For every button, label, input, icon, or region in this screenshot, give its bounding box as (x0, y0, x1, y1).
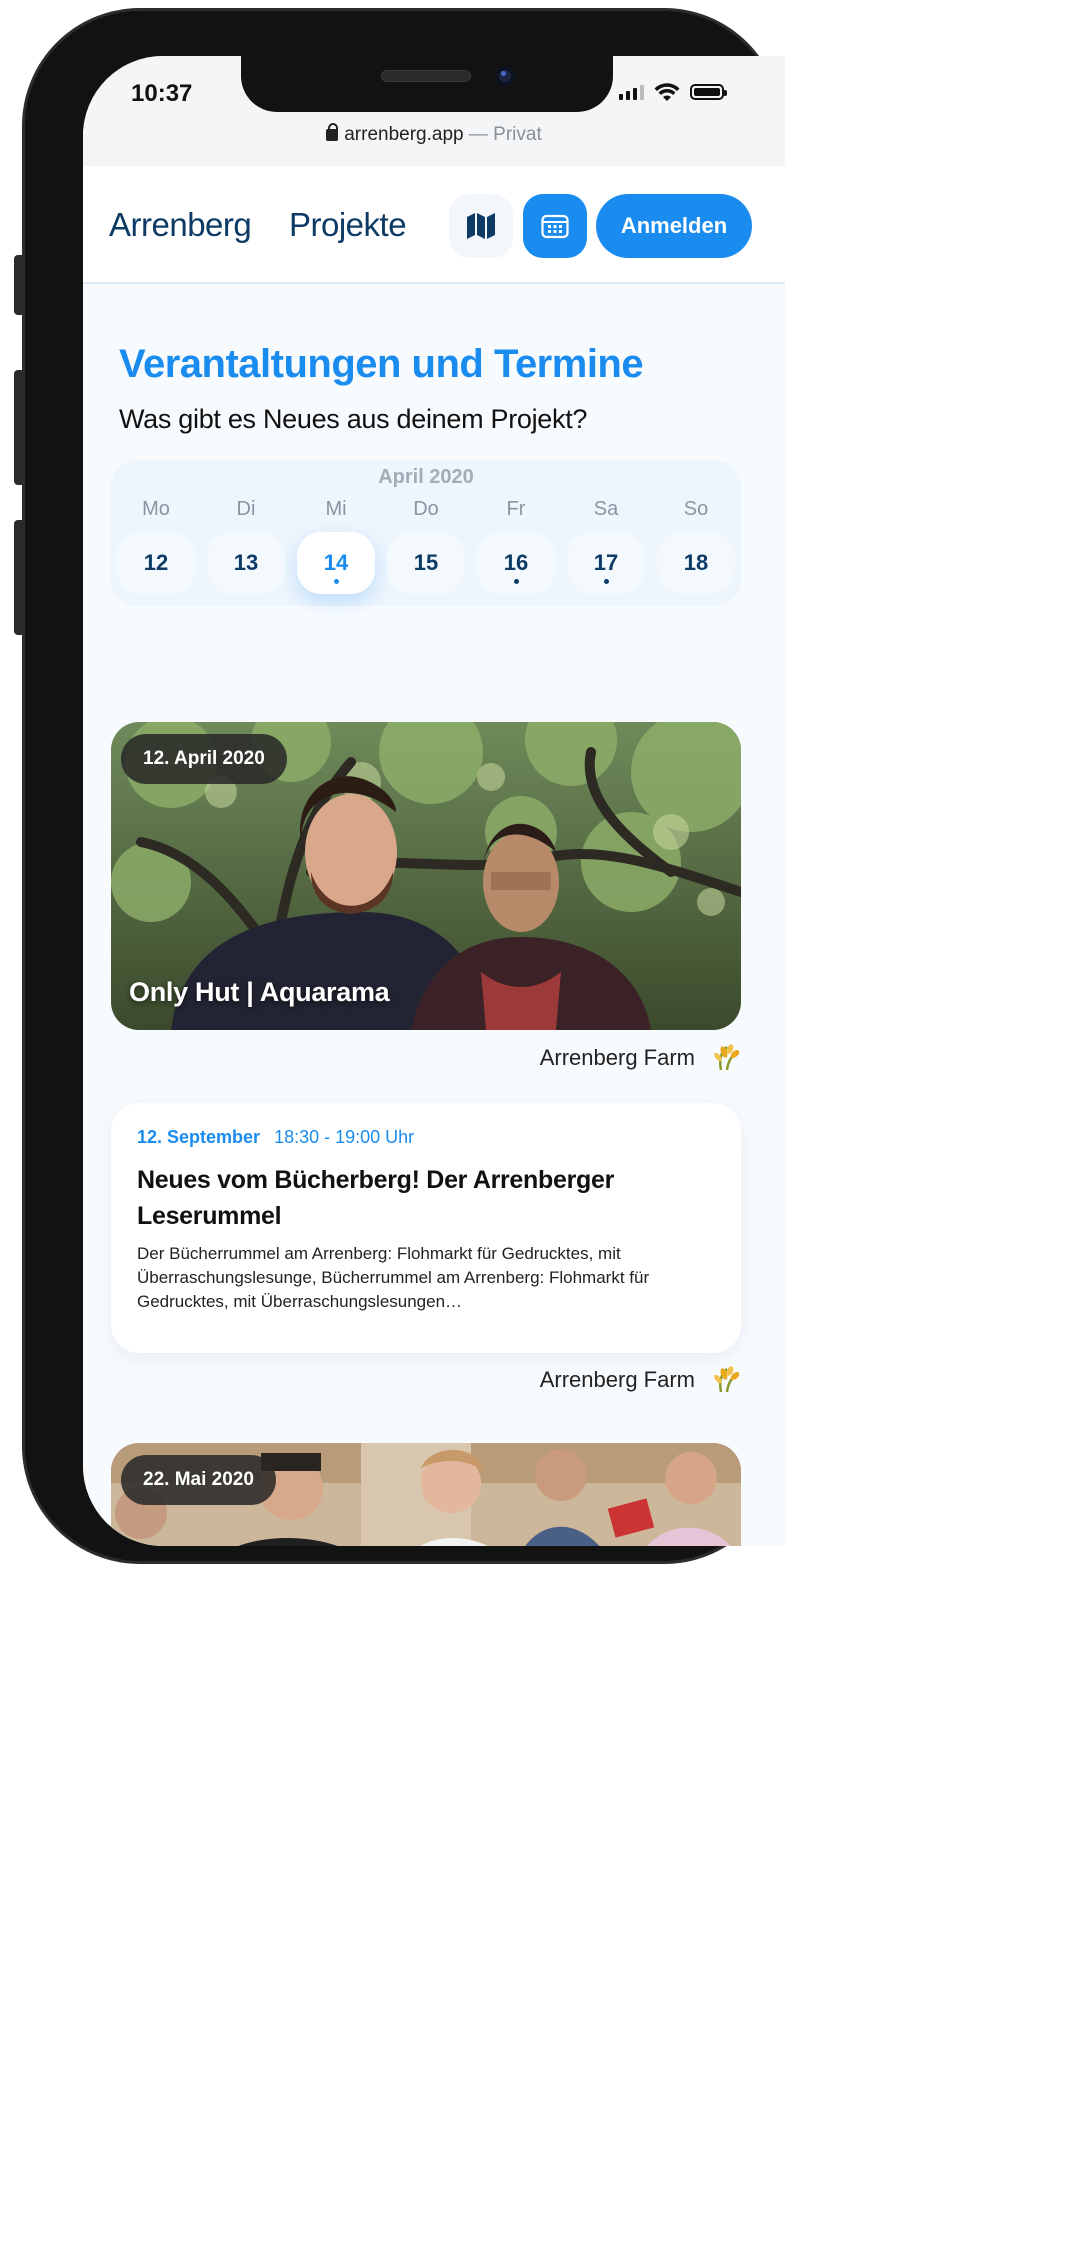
event-indicator-dot (603, 579, 609, 584)
page-title: Verantaltungen und Termine (119, 342, 644, 386)
event-date: 12. September (137, 1127, 261, 1147)
battery-icon (690, 84, 727, 100)
weekday-label: Mo (142, 498, 170, 520)
phone-frame: 10:37 arrenberg.app — Privat Arrenberg P… (22, 8, 785, 1564)
day-button[interactable]: 17 (567, 532, 645, 594)
weekday-label: Mi (325, 498, 347, 520)
event-card-text[interactable]: 12. September 18:30 - 19:00 Uhr Neues vom… (111, 1103, 741, 1353)
lock-icon (326, 123, 339, 141)
calendar-button[interactable] (523, 194, 587, 258)
organizer-name: Arrenberg Farm (539, 1045, 695, 1070)
day-number: 15 (413, 550, 439, 575)
event-date-badge: 12. April 2020 (121, 734, 287, 784)
url-domain: arrenberg.app (344, 124, 464, 145)
calendar-day-13[interactable]: Di 13 (207, 498, 285, 594)
map-button[interactable] (449, 194, 513, 258)
event-date-badge: 22. Mai 2020 (121, 1455, 276, 1505)
day-number: 13 (233, 550, 259, 575)
wifi-icon (654, 83, 680, 101)
map-icon (467, 213, 495, 239)
event-title: Only Hut | Aquarama (129, 977, 390, 1007)
event-description: Der Bücherrummel am Arrenberg: Flohmarkt… (137, 1244, 650, 1311)
event-card-photo[interactable]: 22. Mai 2020 (111, 1443, 741, 1546)
event-card-photo[interactable]: 12. April 2020 Only Hut | Aquarama (111, 722, 741, 1030)
status-icons (619, 82, 727, 102)
event-meta: 12. September 18:30 - 19:00 Uhr (137, 1127, 715, 1148)
organizer-name: Arrenberg Farm (539, 1367, 695, 1392)
event-title: Neues vom Bücherberg! Der Arrenberger Le… (137, 1166, 615, 1230)
wheat-icon (714, 1044, 740, 1071)
calendar-icon (541, 214, 569, 239)
weekday-label: Di (236, 498, 256, 520)
calendar-month: April 2020 (378, 466, 474, 488)
day-number: 16 (503, 550, 529, 575)
notch (241, 56, 613, 112)
event-time: 18:30 - 19:00 Uhr (274, 1127, 415, 1147)
week-calendar: April 2020 Mo 12 Di 13 Mi 14 Do 15 Fr 16 Sa 17 So 18 (111, 460, 741, 606)
login-button[interactable]: Anmelden (596, 194, 752, 258)
private-mode-label: Privat (493, 124, 542, 145)
calendar-day-17[interactable]: Sa 17 (567, 498, 645, 594)
calendar-day-12[interactable]: Mo 12 (117, 498, 195, 594)
day-number: 18 (683, 550, 709, 575)
main-content: Verantaltungen und Termine Was gibt es N… (83, 284, 785, 1546)
day-number: 14 (323, 550, 349, 575)
phone-screen: 10:37 arrenberg.app — Privat Arrenberg P… (83, 56, 785, 1546)
nav-brand-link[interactable]: Arrenberg (109, 206, 252, 244)
wheat-icon (714, 1366, 740, 1393)
status-time: 10:37 (131, 80, 193, 107)
event-organizer[interactable]: Arrenberg Farm (540, 1044, 741, 1072)
day-button[interactable]: 13 (207, 532, 285, 594)
url-separator: — (463, 124, 494, 145)
weekday-label: Sa (593, 498, 619, 520)
page-subtitle: Was gibt es Neues aus deinem Projekt? (119, 404, 588, 434)
event-indicator-dot (333, 579, 339, 584)
top-navigation: Arrenberg Projekte Anmelden (83, 166, 785, 284)
day-button[interactable]: 12 (117, 532, 195, 594)
day-button[interactable]: 18 (657, 532, 735, 594)
calendar-day-18[interactable]: So 18 (657, 498, 735, 594)
weekday-label: Do (413, 498, 439, 520)
selected-day-button[interactable]: 14 (297, 532, 375, 594)
calendar-day-15[interactable]: Do 15 (387, 498, 465, 594)
front-camera (495, 66, 515, 86)
cellular-signal-icon (619, 84, 644, 100)
event-indicator-dot (513, 579, 519, 584)
day-button[interactable]: 16 (477, 532, 555, 594)
day-number: 12 (143, 550, 169, 575)
weekday-label: So (683, 498, 709, 520)
calendar-day-14[interactable]: Mi 14 (297, 498, 375, 594)
day-button[interactable]: 15 (387, 532, 465, 594)
day-number: 17 (593, 550, 619, 575)
event-organizer[interactable]: Arrenberg Farm (540, 1366, 741, 1394)
url-bar[interactable]: arrenberg.app — Privat (83, 123, 785, 146)
nav-projects-link[interactable]: Projekte (289, 206, 407, 244)
calendar-day-16[interactable]: Fr 16 (477, 498, 555, 594)
speaker (381, 70, 471, 82)
weekday-label: Fr (506, 498, 526, 520)
